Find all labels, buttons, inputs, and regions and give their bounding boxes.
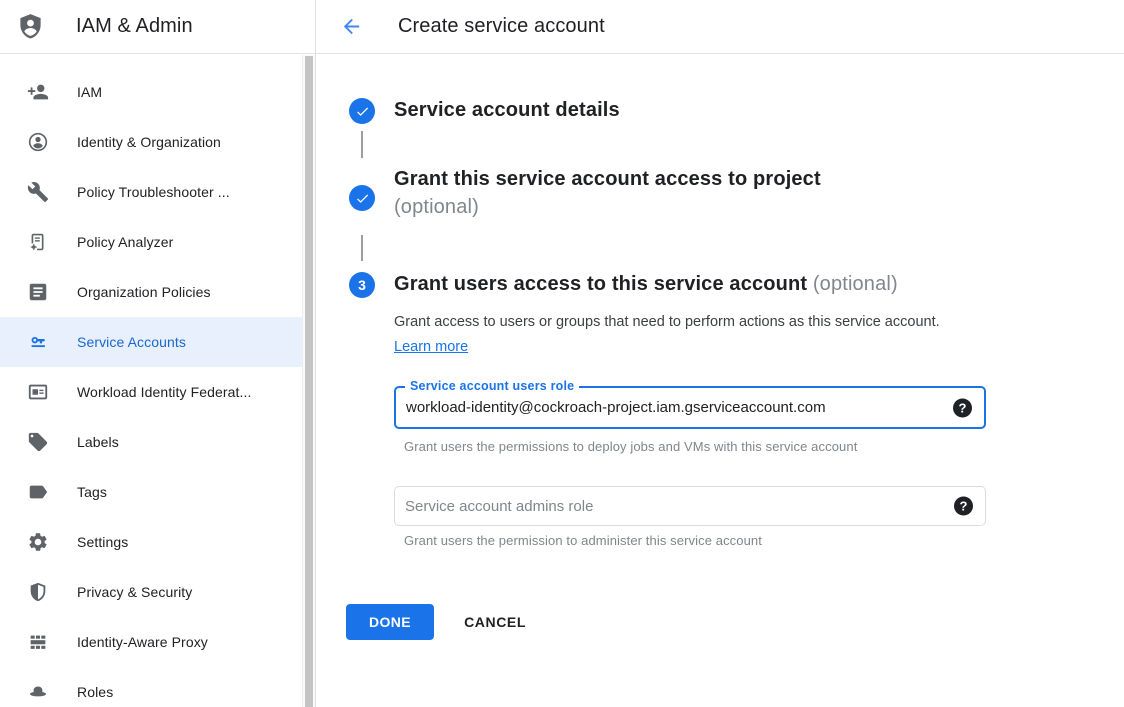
wrench-icon — [26, 181, 49, 204]
sidebar-item-label: Identity-Aware Proxy — [77, 634, 208, 650]
gear-icon — [26, 531, 49, 554]
sidebar-item-organization-policies[interactable]: Organization Policies — [0, 267, 302, 317]
sidebar-item-iam[interactable]: IAM — [0, 67, 302, 117]
sidebar-nav: IAM Identity & Organization Policy Troub… — [0, 55, 302, 707]
sidebar-item-label: Service Accounts — [77, 334, 186, 350]
learn-more-link[interactable]: Learn more — [394, 339, 468, 355]
sidebar-item-policy-analyzer[interactable]: Policy Analyzer — [0, 217, 302, 267]
sidebar-item-identity-aware-proxy[interactable]: Identity-Aware Proxy — [0, 617, 302, 667]
users-role-field-label: Service account users role — [405, 379, 579, 394]
done-button[interactable]: DONE — [346, 604, 434, 640]
sidebar-item-label: Policy Analyzer — [77, 234, 173, 250]
main-content: Service account details Grant this servi… — [316, 55, 1124, 707]
service-account-users-role-field: Service account users role ? — [394, 386, 986, 429]
page-title: Create service account — [398, 15, 605, 38]
sidebar-item-label: Labels — [77, 434, 119, 450]
sidebar-scrollbar-track[interactable] — [302, 55, 315, 707]
stepper-connector — [361, 235, 363, 261]
service-account-admins-role-field: ? — [394, 486, 986, 526]
step3-number-badge: 3 — [349, 272, 375, 298]
step1-complete-check-icon — [349, 98, 375, 124]
step3-title: Grant users access to this service accou… — [394, 273, 898, 296]
step3-description: Grant access to users or groups that nee… — [394, 310, 959, 360]
cancel-button[interactable]: CANCEL — [464, 614, 526, 630]
step1-title: Service account details — [394, 99, 620, 122]
label-tag-icon — [26, 431, 49, 454]
sidebar-item-settings[interactable]: Settings — [0, 517, 302, 567]
sidebar-item-label: Organization Policies — [77, 284, 211, 300]
sidebar-item-label: Tags — [77, 484, 107, 500]
tag-arrow-icon — [26, 481, 49, 504]
proxy-frame-icon — [26, 631, 49, 654]
shield-half-icon — [26, 581, 49, 604]
stepper-connector — [361, 131, 363, 158]
step3-number: 3 — [358, 277, 366, 293]
step2-title-text: Grant this service account access to pro… — [394, 168, 821, 191]
sidebar-item-label: Workload Identity Federat... — [77, 384, 252, 400]
service-account-key-icon — [26, 331, 49, 354]
arrow-back-icon — [340, 15, 363, 38]
badge-card-icon — [26, 381, 49, 404]
sidebar-scrollbar-thumb[interactable] — [305, 56, 313, 707]
sidebar-item-roles[interactable]: Roles — [0, 667, 302, 707]
sidebar-item-privacy-security[interactable]: Privacy & Security — [0, 567, 302, 617]
help-icon[interactable]: ? — [953, 398, 972, 417]
hat-icon — [26, 681, 49, 704]
step3-title-text: Grant users access to this service accou… — [394, 273, 807, 295]
iam-admin-shield-logo-icon — [17, 12, 44, 42]
sidebar: IAM & Admin IAM Identity & Organization … — [0, 0, 316, 707]
back-button[interactable] — [340, 15, 363, 38]
step2-title: Grant this service account access to pro… — [394, 168, 821, 219]
admins-role-input[interactable] — [395, 487, 985, 525]
sidebar-title: IAM & Admin — [76, 15, 193, 38]
sidebar-item-label: Identity & Organization — [77, 134, 221, 150]
step2-optional-text: (optional) — [394, 196, 821, 219]
sidebar-item-label: Policy Troubleshooter ... — [77, 184, 230, 200]
sidebar-item-label: Privacy & Security — [77, 584, 192, 600]
help-icon[interactable]: ? — [954, 497, 973, 516]
sidebar-item-labels[interactable]: Labels — [0, 417, 302, 467]
sidebar-item-tags[interactable]: Tags — [0, 467, 302, 517]
sidebar-item-service-accounts[interactable]: Service Accounts — [0, 317, 302, 367]
users-role-helper-text: Grant users the permissions to deploy jo… — [404, 439, 857, 454]
admins-role-helper-text: Grant users the permission to administer… — [404, 533, 762, 548]
sidebar-item-workload-identity-federation[interactable]: Workload Identity Federat... — [0, 367, 302, 417]
account-circle-icon — [26, 131, 49, 154]
sidebar-item-policy-troubleshooter[interactable]: Policy Troubleshooter ... — [0, 167, 302, 217]
sidebar-item-label: Settings — [77, 534, 128, 550]
form-actions: DONE CANCEL — [346, 604, 526, 640]
sidebar-item-label: Roles — [77, 684, 113, 700]
sidebar-item-label: IAM — [77, 84, 102, 100]
sidebar-item-identity-organization[interactable]: Identity & Organization — [0, 117, 302, 167]
step3-optional-text: (optional) — [813, 273, 898, 295]
person-add-icon — [26, 81, 49, 104]
topbar: Create service account — [316, 0, 1124, 54]
article-icon — [26, 281, 49, 304]
sidebar-header: IAM & Admin — [0, 0, 315, 54]
step2-complete-check-icon — [349, 185, 375, 211]
document-gear-icon — [26, 231, 49, 254]
